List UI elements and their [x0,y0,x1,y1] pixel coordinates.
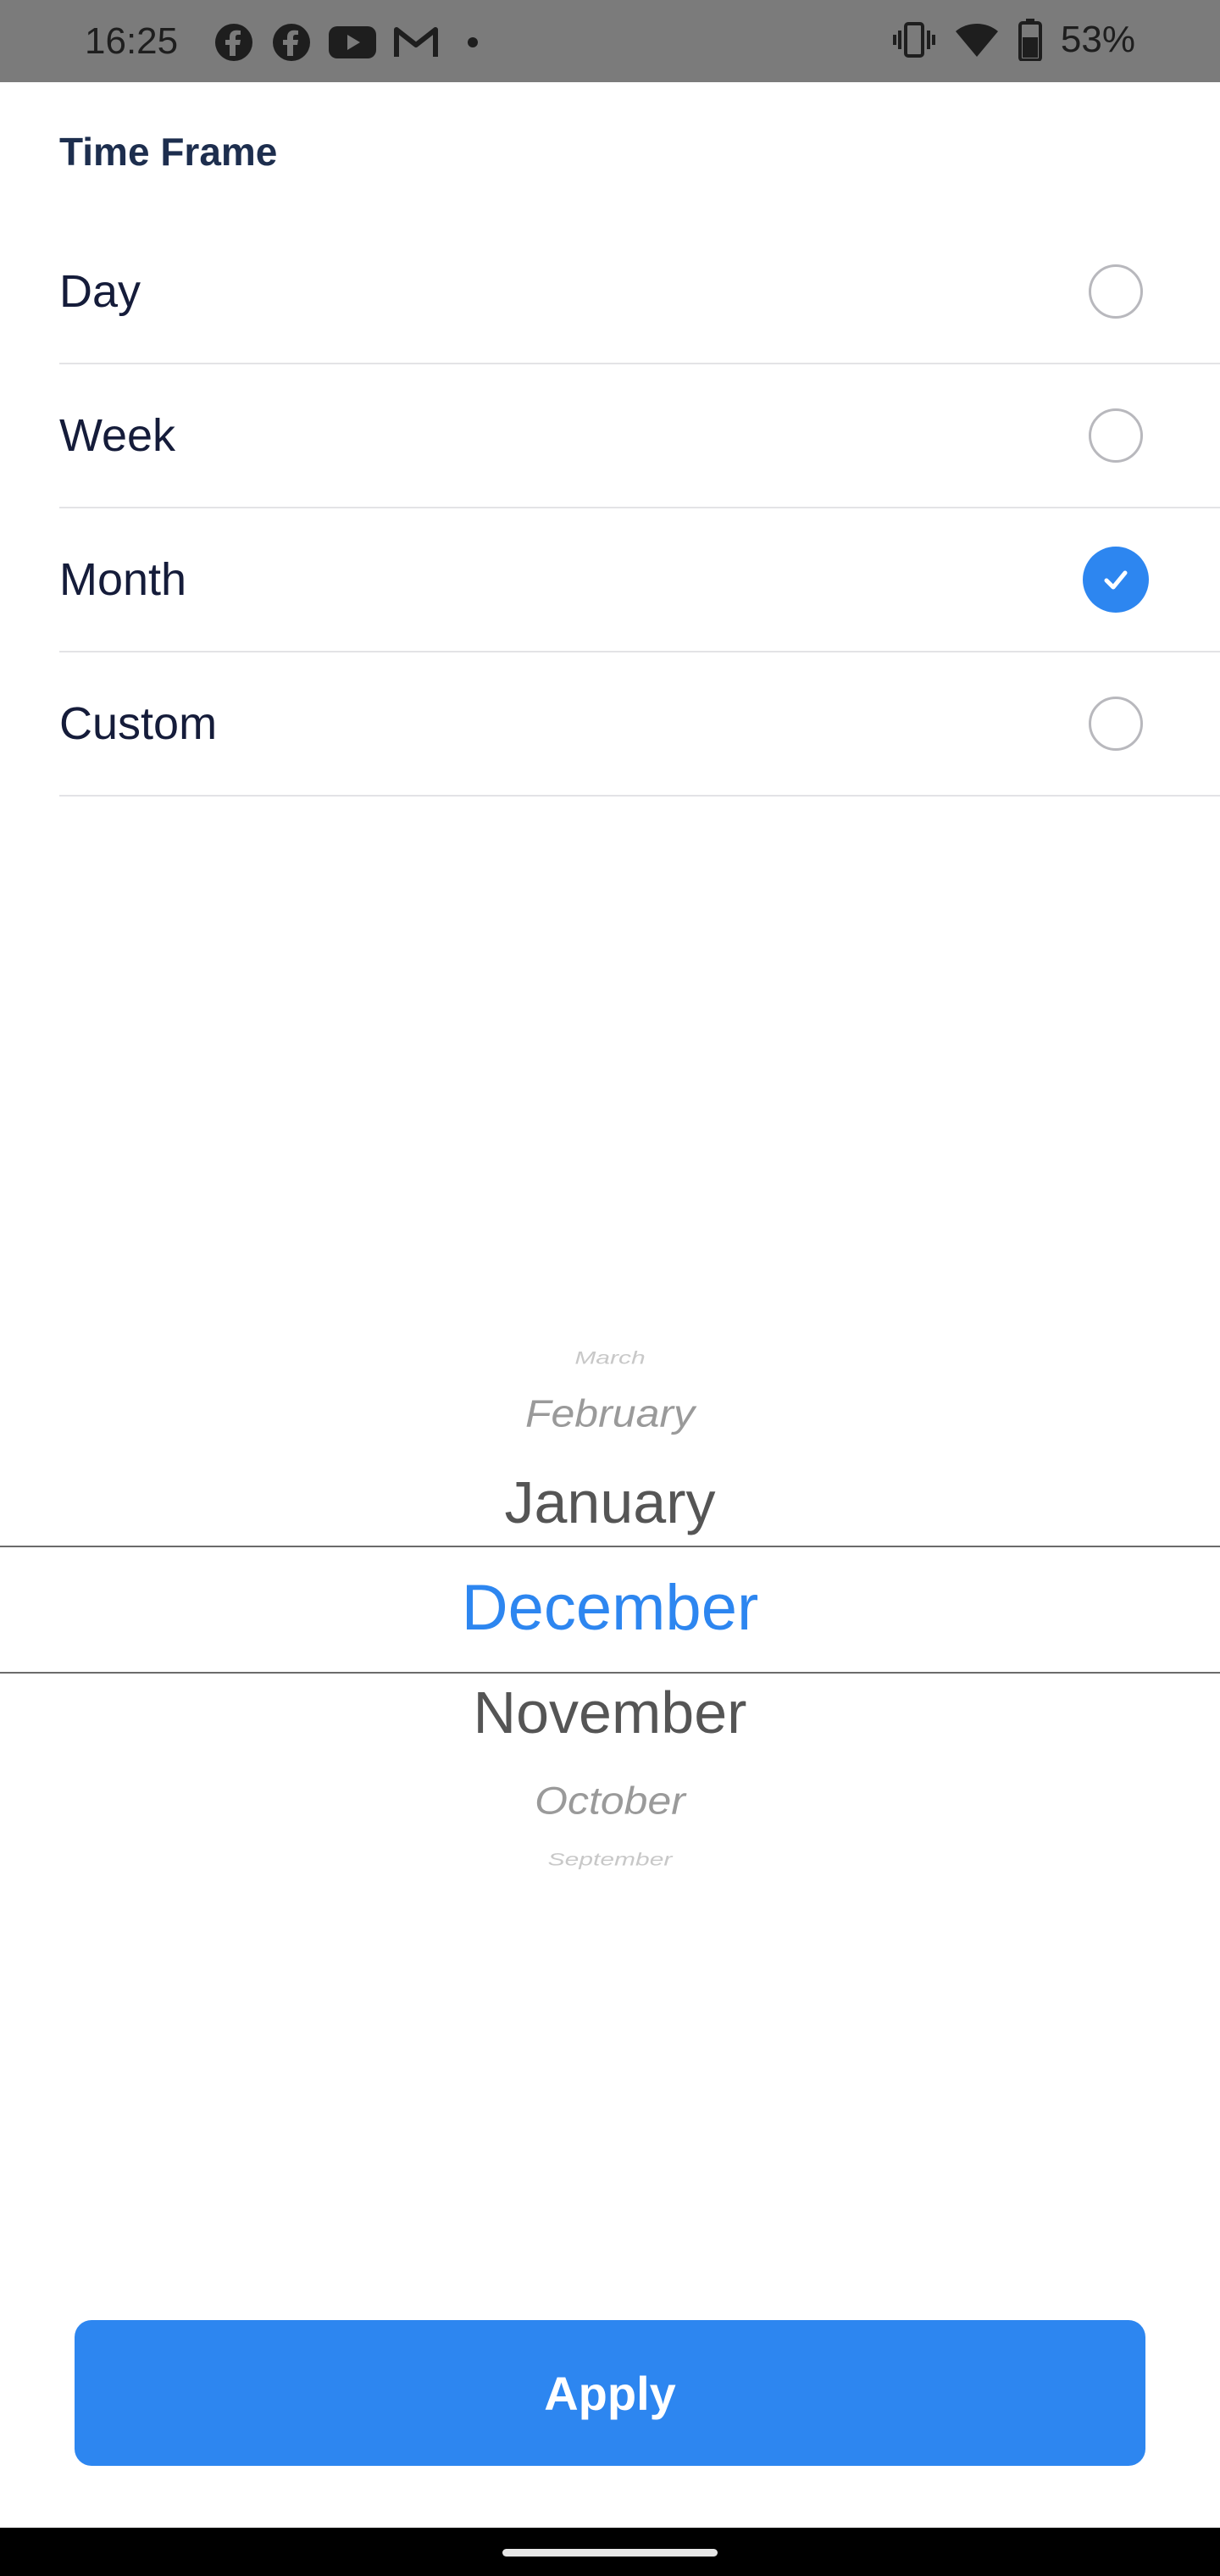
notification-icons [214,22,490,63]
option-label: Custom [59,698,218,749]
option-custom[interactable]: Custom [59,652,1220,797]
radio-day[interactable] [1089,264,1143,319]
status-bar: 16:25 53% [0,0,1220,82]
navigation-bar [0,2528,1220,2576]
option-day[interactable]: Day [59,220,1220,364]
dot-icon [456,34,490,51]
picker-item[interactable]: October [0,1782,1220,1820]
month-picker[interactable]: March February January December November… [0,1322,1220,1898]
checkmark-icon [1099,563,1133,597]
facebook-icon [271,22,312,63]
vibrate-icon [892,20,935,59]
wifi-icon [954,21,1000,58]
time-frame-options: Day Week Month Custom [59,220,1220,797]
picker-selected-item[interactable]: December [0,1576,1220,1641]
section-title: Time Frame [59,130,278,174]
facebook-icon [214,22,254,63]
apply-button[interactable]: Apply [75,2320,1145,2466]
youtube-icon [329,25,376,60]
picker-item[interactable]: March [0,1349,1220,1368]
picker-selection-line-top [0,1546,1220,1547]
radio-month[interactable] [1083,547,1149,613]
option-month[interactable]: Month [59,508,1220,652]
picker-item[interactable]: January [0,1473,1220,1532]
battery-icon [1018,19,1042,61]
home-handle[interactable] [502,2549,718,2557]
option-label: Month [59,554,187,605]
radio-week[interactable] [1089,408,1143,463]
picker-item[interactable]: September [0,1851,1220,1869]
gmail-icon [393,25,439,60]
option-label: Week [59,410,176,461]
system-status: 53% [892,19,1135,61]
battery-percent: 53% [1060,19,1135,60]
picker-item[interactable]: February [0,1395,1220,1433]
option-week[interactable]: Week [59,364,1220,508]
radio-custom[interactable] [1089,697,1143,751]
status-time: 16:25 [85,20,179,62]
picker-item[interactable]: November [0,1683,1220,1742]
option-label: Day [59,266,141,317]
picker-selection-line-bottom [0,1672,1220,1674]
